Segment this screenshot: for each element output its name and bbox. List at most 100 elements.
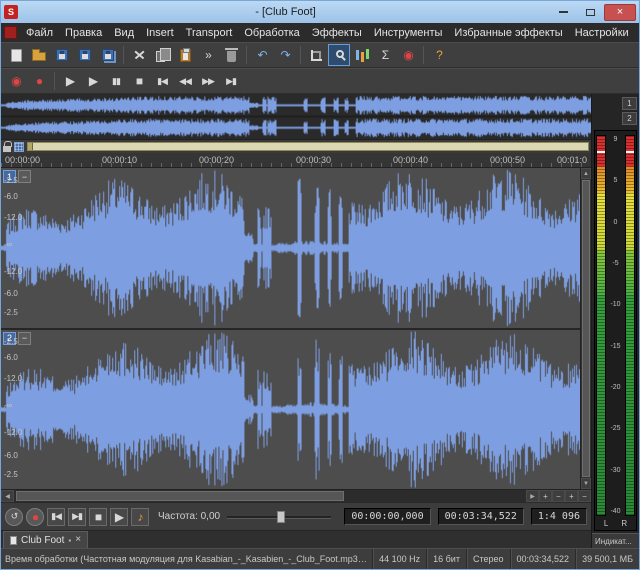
loop-region-bar[interactable] [27, 142, 589, 151]
db-label: -∞ [4, 240, 12, 249]
menu-item-file[interactable]: Файл [20, 25, 59, 41]
snap-grid-icon[interactable] [14, 142, 24, 152]
db-label: -2.5 [4, 176, 18, 185]
record-remote-button[interactable]: ◉ [5, 70, 27, 92]
ruler-label: 00:00:00 [5, 155, 40, 165]
dock-button-1[interactable]: 1 [622, 97, 637, 110]
loop-playback-button[interactable]: ↺ [5, 508, 23, 526]
zoom-out-time-button[interactable]: − [552, 490, 565, 502]
go-to-end-button[interactable]: ▶▮ [220, 70, 242, 92]
pause-button[interactable]: ▮▮ [105, 70, 127, 92]
tab-club-foot[interactable]: Club Foot ▪ × [3, 531, 88, 548]
channel-2[interactable]: 2 − -2.5 -6.0 -12.0 -∞ -12.0 -6.0 -2.5 [1, 330, 580, 490]
status-channel-mode[interactable]: Стерео [466, 549, 510, 569]
meter-dock-tab[interactable]: Индикат... [592, 533, 639, 548]
menu-item-tools[interactable]: Инструменты [368, 25, 449, 41]
status-sample-rate[interactable]: 44 100 Hz [372, 549, 426, 569]
new-file-button[interactable] [5, 44, 27, 66]
scrub-button[interactable]: ♪ [131, 508, 149, 526]
dock-button-2[interactable]: 2 [622, 112, 637, 125]
menu-item-options[interactable]: Настройки [569, 25, 635, 41]
horizontal-scrollbar[interactable]: ◀ ▶ + − + − [1, 489, 591, 502]
statistics-button[interactable]: Σ [374, 44, 396, 66]
document-menu-icon[interactable] [4, 26, 17, 39]
time-total-display[interactable]: 00:03:34,522 [438, 508, 524, 525]
scroll-left-button[interactable]: ◀ [1, 490, 14, 502]
zoom-out-level-button[interactable]: − [578, 490, 591, 502]
play-button[interactable]: ▶ [82, 70, 104, 92]
save-button[interactable] [51, 44, 73, 66]
zoom-in-level-button[interactable]: + [565, 490, 578, 502]
close-button[interactable]: × [604, 4, 636, 21]
cut-button[interactable] [128, 44, 150, 66]
horizontal-scroll-track[interactable] [14, 490, 526, 502]
toolbar-separator [423, 46, 424, 64]
paste-button[interactable] [174, 44, 196, 66]
redo-button[interactable]: ↷ [274, 44, 296, 66]
tab-close-icon[interactable]: × [75, 535, 81, 545]
meter-scale-label: -10 [608, 301, 623, 308]
time-current-display[interactable]: 00:00:00,000 [344, 508, 430, 525]
slider-thumb[interactable] [277, 511, 285, 523]
scroll-right-button[interactable]: ▶ [526, 490, 539, 502]
channel-2-collapse-button[interactable]: − [18, 332, 31, 345]
menu-item-effects[interactable]: Эффекты [306, 25, 368, 41]
toolbar-separator [54, 72, 55, 90]
menu-item-favorites[interactable]: Избранные эффекты [448, 25, 568, 41]
zoom-selection-button[interactable] [328, 44, 350, 66]
time-ruler[interactable]: 00:00:00 00:00:10 00:00:20 00:00:30 00:0… [1, 153, 591, 168]
copy-button[interactable] [151, 44, 173, 66]
undo-button[interactable]: ↶ [251, 44, 273, 66]
record-button[interactable]: ● [26, 508, 44, 526]
forward-button[interactable]: ▶▶ [197, 70, 219, 92]
vertical-scroll-thumb[interactable] [582, 180, 590, 477]
status-bit-depth[interactable]: 16 бит [426, 549, 466, 569]
loop-start-marker[interactable] [28, 143, 33, 150]
level-meter-panel[interactable]: 9 5 0 -5 -10 -15 -20 -25 -30 -40 L [594, 130, 637, 531]
stop-button[interactable]: ■ [89, 508, 107, 526]
lock-icon[interactable] [3, 146, 11, 152]
peak-indicator [626, 151, 634, 153]
go-to-end-button[interactable]: ▶▮ [68, 508, 86, 526]
mix-paste-button[interactable]: » [197, 44, 219, 66]
stop-button[interactable]: ■ [128, 70, 150, 92]
scroll-down-button[interactable]: ▼ [581, 478, 591, 489]
frequency-slider[interactable] [227, 510, 331, 524]
delete-button[interactable] [220, 44, 242, 66]
scroll-up-button[interactable]: ▲ [581, 168, 591, 179]
channel-1[interactable]: 1 − -2.5 -6.0 -12.0 -∞ -12.0 -6.0 -2.5 [1, 168, 580, 328]
record-options-button[interactable]: ◉ [397, 44, 419, 66]
menu-item-insert[interactable]: Insert [140, 25, 180, 41]
waveform-channel-1[interactable] [1, 168, 580, 328]
waveform-channel-2[interactable] [1, 330, 580, 490]
pin-icon[interactable]: ▪ [68, 536, 71, 545]
trim-crop-button[interactable] [305, 44, 327, 66]
vertical-scrollbar[interactable]: ▲ ▼ [580, 168, 591, 489]
overview-waveform[interactable] [1, 94, 591, 139]
zoom-ratio-display[interactable]: 1:4 096 [531, 508, 587, 525]
menu-item-view[interactable]: Вид [108, 25, 140, 41]
save-all-button[interactable] [97, 44, 119, 66]
record-button[interactable]: ● [28, 70, 50, 92]
maximize-button[interactable] [577, 4, 603, 21]
snapshot-button[interactable] [351, 44, 373, 66]
menu-item-process[interactable]: Обработка [238, 25, 305, 41]
overview-strip[interactable] [1, 94, 591, 140]
open-file-button[interactable] [28, 44, 50, 66]
rewind-button[interactable]: ◀◀ [174, 70, 196, 92]
menu-item-transport[interactable]: Transport [180, 25, 239, 41]
zoom-in-time-button[interactable]: + [539, 490, 552, 502]
play-all-button[interactable]: ▶ [59, 70, 81, 92]
status-length[interactable]: 00:03:34,522 [510, 549, 576, 569]
app-window: S - [Club Foot] × Файл Правка Вид Insert… [0, 0, 640, 570]
go-to-start-button[interactable]: ▮◀ [47, 508, 65, 526]
whats-this-button[interactable]: ? [428, 44, 450, 66]
play-button[interactable]: ▶ [110, 508, 128, 526]
save-as-button[interactable] [74, 44, 96, 66]
channel-1-collapse-button[interactable]: − [18, 170, 31, 183]
menu-item-window[interactable]: Window [635, 25, 640, 41]
menu-item-edit[interactable]: Правка [59, 25, 108, 41]
go-to-start-button[interactable]: ▮◀ [151, 70, 173, 92]
horizontal-scroll-thumb[interactable] [16, 491, 344, 501]
minimize-button[interactable] [550, 4, 576, 21]
